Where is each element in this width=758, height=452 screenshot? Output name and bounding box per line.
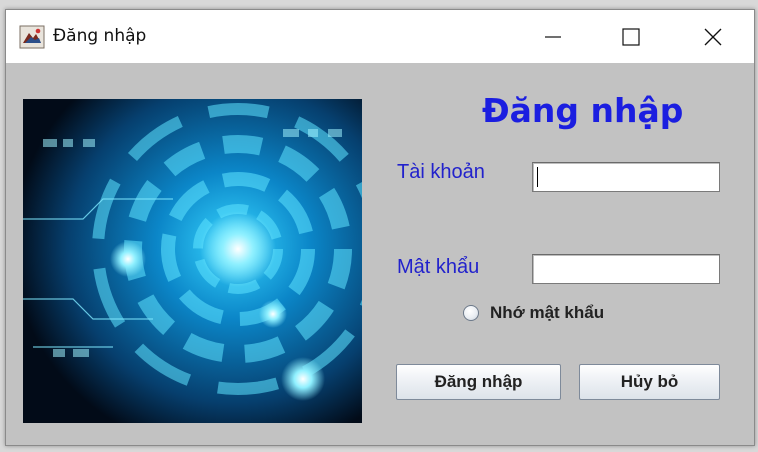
close-icon [704,28,722,45]
minimize-button[interactable] [524,10,582,63]
remember-password-label: Nhớ mật khẩu [490,303,605,322]
minimize-icon [545,35,561,38]
java-cup-icon [19,25,45,49]
login-button[interactable]: Đăng nhập [396,364,561,400]
login-window: Đăng nhập Đăng nhập Tài khoản Mật khẩu N… [5,9,755,446]
tech-background-image [23,99,362,423]
text-caret [537,167,538,187]
username-input[interactable] [532,162,720,192]
remember-password-option[interactable]: Nhớ mật khẩu [463,303,604,323]
close-button[interactable] [684,10,742,63]
window-title: Đăng nhập [53,26,147,46]
cancel-button[interactable]: Hủy bỏ [579,364,720,400]
password-input[interactable] [532,254,720,284]
username-label: Tài khoản [397,161,485,183]
remember-radio-button[interactable] [463,305,479,321]
maximize-button[interactable] [602,10,660,63]
password-label: Mật khẩu [397,256,480,278]
login-heading: Đăng nhập [482,91,684,130]
maximize-icon [622,27,640,46]
title-bar[interactable]: Đăng nhập [6,10,754,63]
